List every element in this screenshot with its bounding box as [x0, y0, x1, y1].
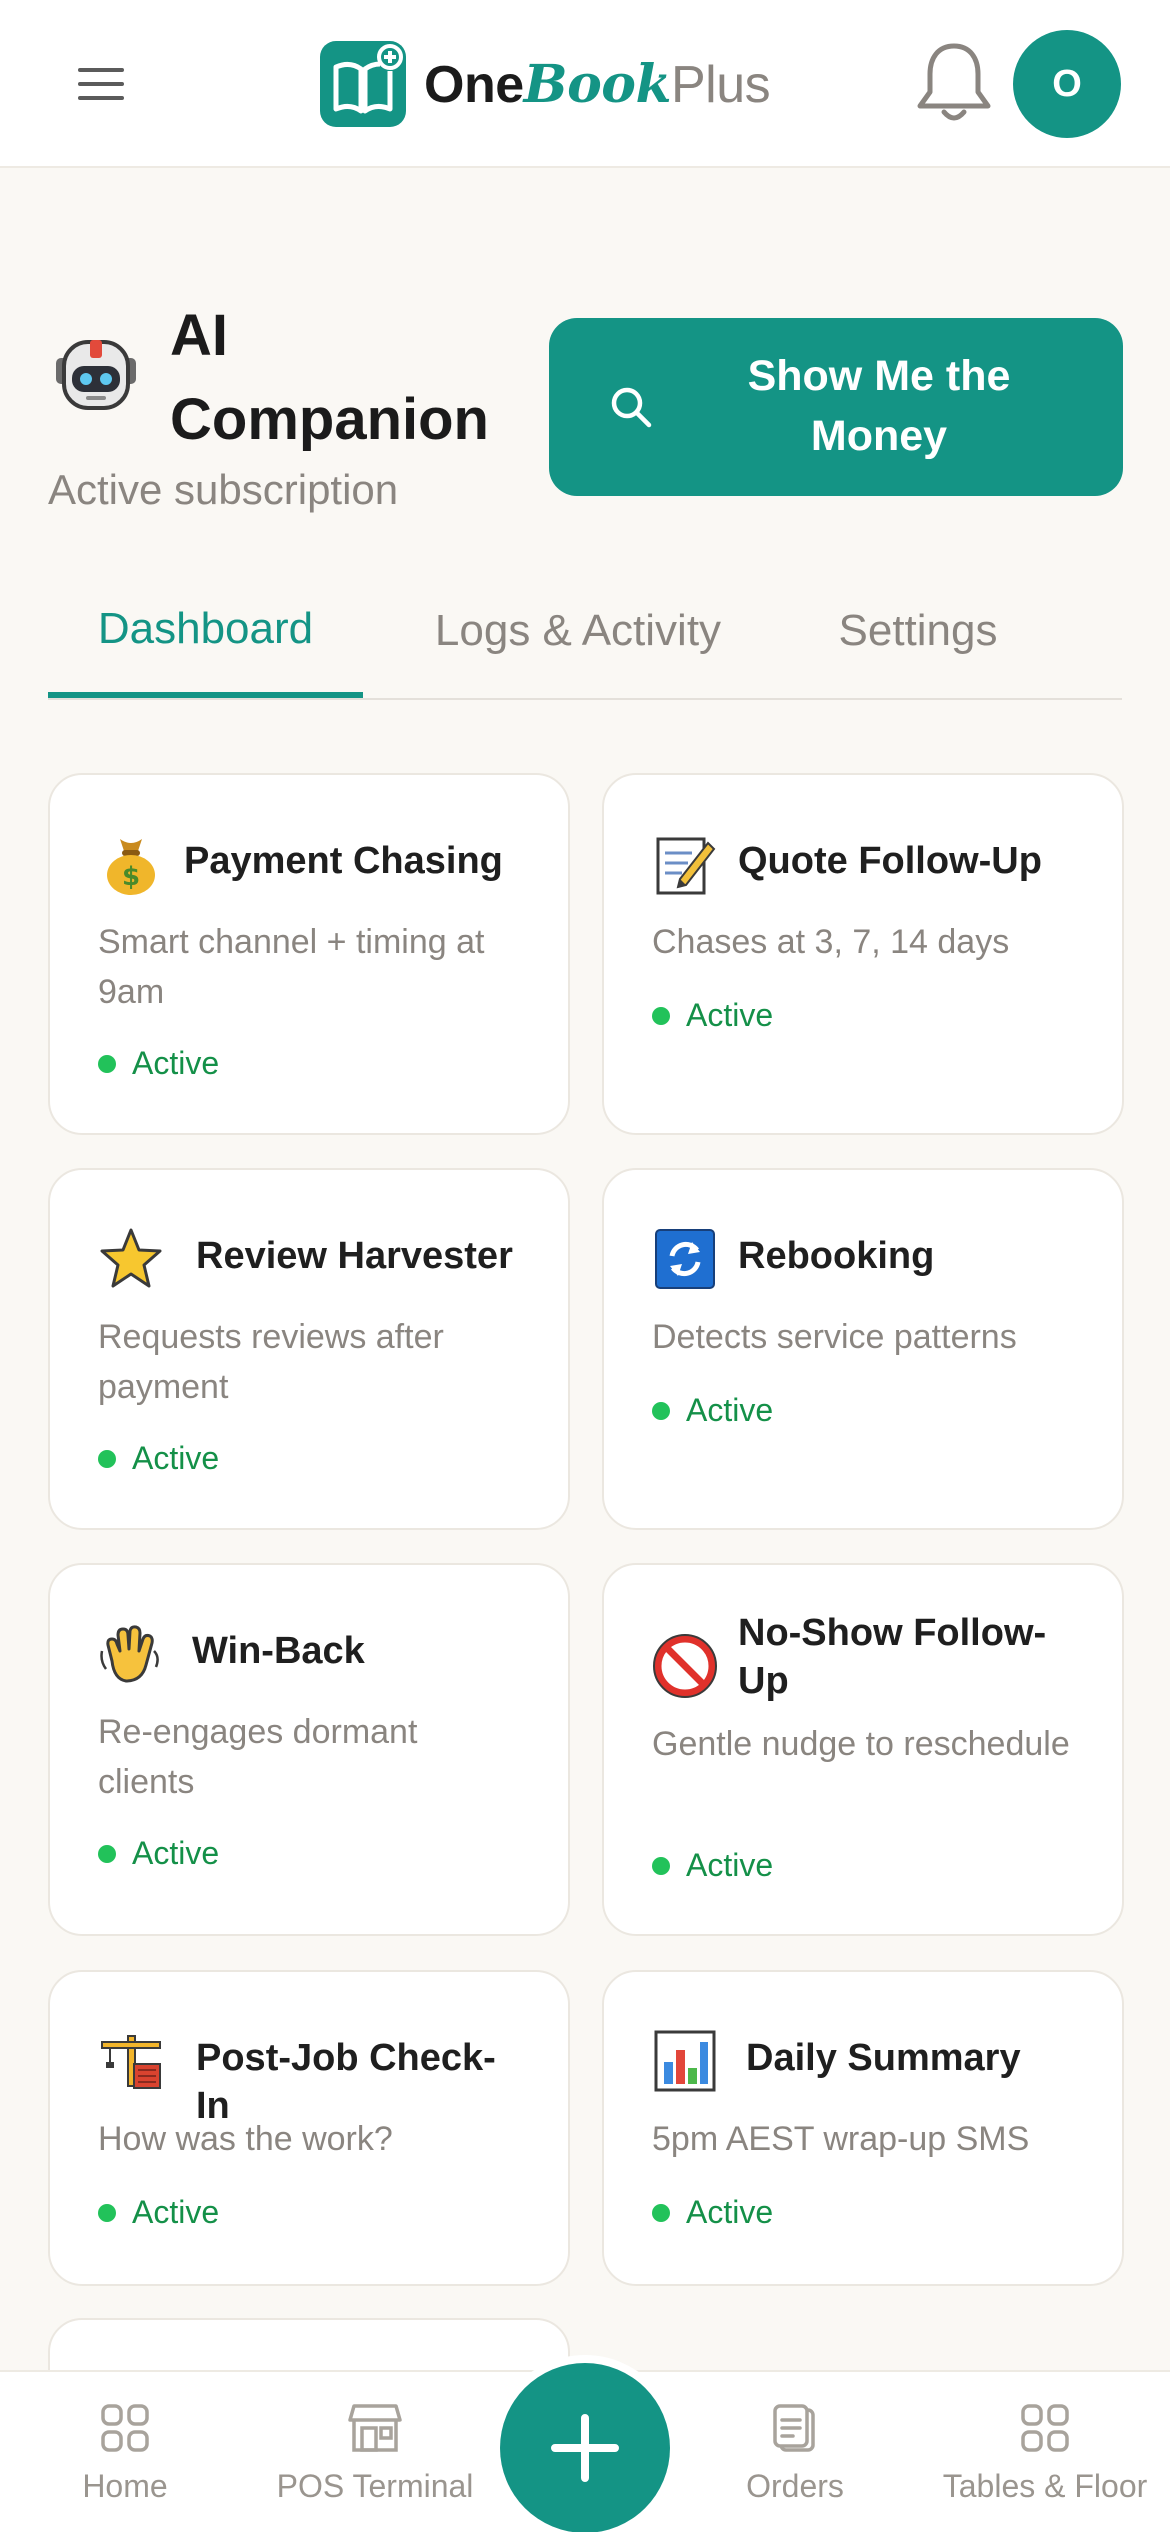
avatar[interactable]: O: [1013, 30, 1121, 138]
automation-card-win-back[interactable]: Win-Back Re-engages dormant clients Acti…: [48, 1563, 570, 1936]
memo-icon: [656, 837, 716, 895]
status-badge: Active: [98, 1045, 219, 1082]
status-dot: [98, 1449, 116, 1468]
status-badge: Active: [652, 2194, 773, 2231]
menu-icon[interactable]: [78, 68, 124, 100]
grid-icon: [1021, 2404, 1069, 2452]
automation-card-payment-chasing[interactable]: $ Payment Chasing Smart channel + timing…: [48, 773, 570, 1135]
status-dot: [98, 1844, 116, 1863]
automation-card-quote-follow-up[interactable]: Quote Follow-Up Chases at 3, 7, 14 days …: [602, 773, 1124, 1135]
card-description: Smart channel + timing at 9am: [98, 923, 485, 1011]
tab-logs-activity[interactable]: Logs & Activity: [418, 606, 738, 700]
svg-text:$: $: [122, 862, 140, 892]
tab-settings[interactable]: Settings: [808, 606, 1028, 700]
subscription-status: Active subscription: [48, 466, 399, 513]
add-button[interactable]: [500, 2363, 670, 2532]
nav-pos-terminal[interactable]: POS Terminal: [270, 2402, 480, 2505]
status-dot: [652, 2203, 670, 2222]
tab-dashboard[interactable]: Dashboard: [48, 604, 363, 698]
status-badge: Active: [98, 1440, 219, 1477]
automation-card-post-job-check-in[interactable]: Post-Job Check-In How was the work? Acti…: [48, 1970, 570, 2286]
card-description: Re-engages dormant clients: [98, 1713, 418, 1801]
plus-icon: [551, 2414, 619, 2482]
show-me-the-money-button[interactable]: Show Me the Money: [549, 318, 1123, 496]
status-dot: [652, 1006, 670, 1025]
card-title: Payment Chasing: [184, 840, 503, 882]
book-plus-icon: [320, 41, 406, 127]
logo-wordmark: OneBookPlus: [424, 53, 771, 115]
automation-card-review-harvester[interactable]: Review Harvester Requests reviews after …: [48, 1168, 570, 1530]
card-description: Requests reviews after payment: [98, 1318, 444, 1406]
robot-icon: [52, 328, 140, 416]
card-title: Daily Summary: [746, 2037, 1021, 2079]
store-icon: [348, 2404, 402, 2452]
card-description: Detects service patterns: [652, 1318, 1017, 1356]
money-bag-icon: $: [107, 839, 155, 895]
home-grid-icon: [101, 2404, 149, 2452]
star-icon: [100, 1228, 162, 1288]
card-title: Quote Follow-Up: [738, 840, 1042, 882]
status-badge: Active: [652, 1847, 773, 1884]
automation-card-daily-summary[interactable]: Daily Summary 5pm AEST wrap-up SMS Activ…: [602, 1970, 1124, 2286]
nav-tables-floor[interactable]: Tables & Floor: [935, 2402, 1155, 2505]
card-description: 5pm AEST wrap-up SMS: [652, 2120, 1030, 2158]
automation-card-no-show-follow-up[interactable]: No-Show Follow-Up Gentle nudge to resche…: [602, 1563, 1124, 1936]
page-title: AI Companion: [170, 303, 489, 452]
bar-chart-icon: [654, 2030, 716, 2092]
tab-bar: Dashboard Logs & Activity Settings: [48, 590, 1122, 700]
automation-card-rebooking[interactable]: Rebooking Detects service patterns Activ…: [602, 1168, 1124, 1530]
app-logo[interactable]: OneBookPlus: [320, 40, 771, 128]
prohibited-icon: [653, 1634, 717, 1698]
app-header: OneBookPlus O: [0, 0, 1170, 168]
status-dot: [652, 1856, 670, 1875]
construction-icon: [101, 2035, 161, 2089]
status-badge: Active: [98, 2194, 219, 2231]
refresh-icon: [655, 1229, 715, 1289]
card-description: How was the work?: [98, 2120, 393, 2158]
waving-hand-icon: [100, 1625, 159, 1683]
card-description: Gentle nudge to reschedule: [652, 1725, 1070, 1763]
status-badge: Active: [652, 1392, 773, 1429]
nav-home[interactable]: Home: [62, 2402, 188, 2505]
nav-orders[interactable]: Orders: [730, 2402, 860, 2505]
status-badge: Active: [98, 1835, 219, 1872]
card-description: Chases at 3, 7, 14 days: [652, 923, 1010, 961]
clipboard-icon: [773, 2404, 815, 2452]
show-me-the-money-label: Show Me the Money: [747, 352, 1011, 460]
bell-icon[interactable]: [912, 38, 996, 128]
card-title: Review Harvester: [196, 1235, 513, 1277]
status-badge: Active: [652, 997, 773, 1034]
status-dot: [98, 2203, 116, 2222]
status-dot: [652, 1401, 670, 1420]
card-title: Win-Back: [192, 1630, 365, 1672]
status-dot: [98, 1054, 116, 1073]
card-title: No-Show Follow-Up: [738, 1612, 1047, 1702]
card-title: Rebooking: [738, 1235, 935, 1277]
search-icon: [611, 387, 652, 428]
